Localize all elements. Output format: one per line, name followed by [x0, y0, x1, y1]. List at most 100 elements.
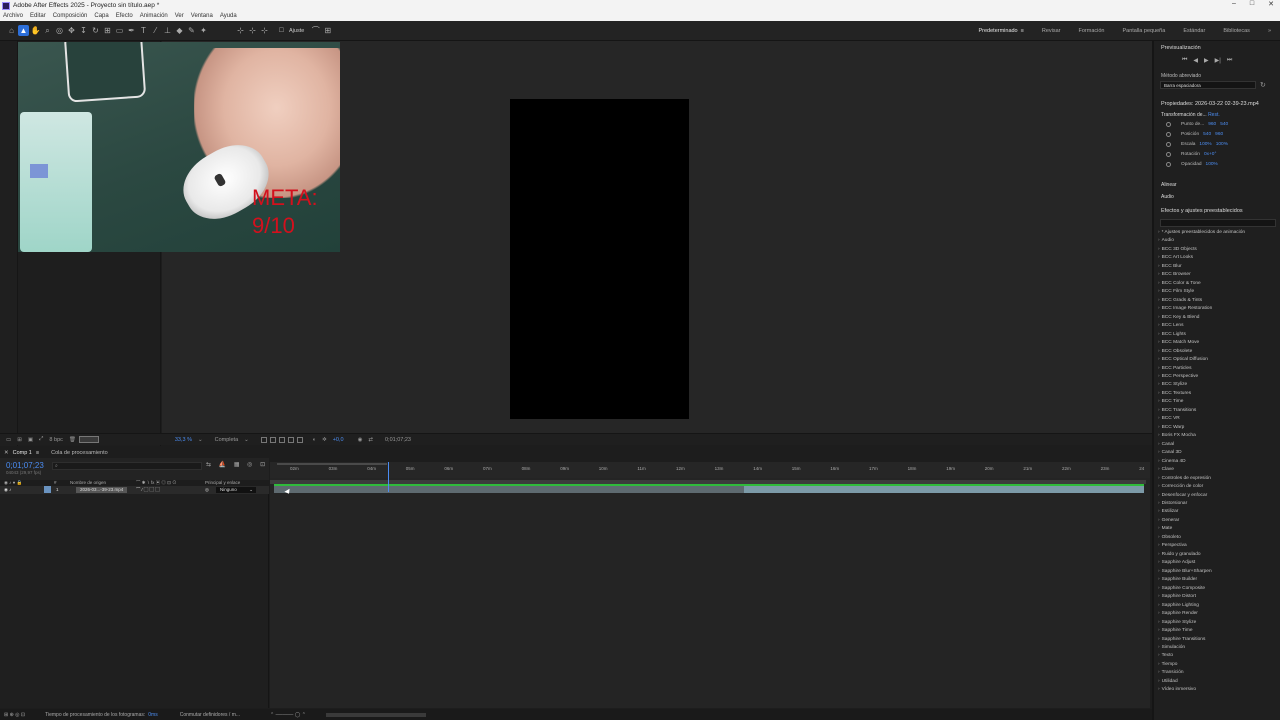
effects-category[interactable]: Sapphire Blur+Sharpen: [1158, 568, 1278, 576]
last-frame-icon[interactable]: ⏭: [1227, 57, 1232, 64]
effects-category[interactable]: Distorsionar: [1158, 500, 1278, 508]
local-axis-icon[interactable]: ⊹: [235, 25, 246, 36]
parent-select[interactable]: Ninguno ⌄: [216, 487, 256, 493]
dolly-camera-icon[interactable]: ↧: [78, 25, 89, 36]
effects-category[interactable]: Sapphire Lighting: [1158, 602, 1278, 610]
menu-animacion[interactable]: Animación: [140, 13, 168, 19]
status-icons[interactable]: ⊞ ⊕ ◎ ⊡: [4, 712, 25, 718]
effects-category[interactable]: BCC Lens: [1158, 322, 1278, 330]
effects-category[interactable]: BCC Optical Diffusion: [1158, 356, 1278, 364]
effects-category[interactable]: Tiempo: [1158, 661, 1278, 669]
current-time[interactable]: 0;01;07;23: [6, 461, 44, 470]
tab-render-queue[interactable]: Cola de procesamiento: [47, 450, 116, 456]
resolution-select[interactable]: Completa: [215, 437, 239, 443]
next-frame-icon[interactable]: ▶|: [1215, 57, 1221, 64]
pan-camera-icon[interactable]: ✥: [66, 25, 77, 36]
effects-category[interactable]: Sapphire Stylize: [1158, 619, 1278, 627]
prop-rotation[interactable]: Rotación 0x+0°: [1166, 152, 1216, 157]
close-button[interactable]: ✕: [1268, 0, 1274, 8]
zoom-level[interactable]: 33,3 %: [175, 437, 192, 443]
composition-frame[interactable]: [510, 99, 689, 419]
workspace-bibliotecas[interactable]: Bibliotecas: [1214, 28, 1259, 34]
loop-icon[interactable]: ↻: [1260, 81, 1266, 89]
maximize-button[interactable]: □: [1250, 0, 1254, 8]
viewer-timecode[interactable]: 0;01;07;23: [385, 437, 411, 443]
time-ruler[interactable]: 02m 03m 04m 05m 06m 07m 08m 09m 10m 11m 12m 13m 14m 1…: [270, 462, 1150, 478]
effects-category[interactable]: Sapphire Composite: [1158, 585, 1278, 593]
zoom-tool-icon[interactable]: ⌕: [42, 25, 53, 36]
effects-category[interactable]: BCC Browser: [1158, 271, 1278, 279]
timeline-tracks[interactable]: [270, 462, 1150, 708]
prop-position[interactable]: Posición 540 960: [1166, 132, 1223, 137]
rotate-tool-icon[interactable]: ↻: [90, 25, 101, 36]
effects-category[interactable]: BCC Grads & Tints: [1158, 297, 1278, 305]
type-tool-icon[interactable]: T: [138, 25, 149, 36]
effects-category[interactable]: BCC Key & Blend: [1158, 314, 1278, 322]
selection-tool-icon[interactable]: ▲: [18, 25, 29, 36]
color-management-icon[interactable]: ◐: [313, 437, 316, 443]
workspace-pantalla-pequena[interactable]: Pantalla pequeña: [1113, 28, 1174, 34]
timeline-search-input[interactable]: ⌕: [52, 462, 202, 470]
effects-category[interactable]: BCC Obsolete: [1158, 348, 1278, 356]
snap-grid-icon[interactable]: ⊞: [322, 25, 333, 36]
prev-frame-icon[interactable]: ◀: [1193, 57, 1198, 64]
current-time-indicator[interactable]: [388, 462, 389, 492]
effects-category[interactable]: Generar: [1158, 517, 1278, 525]
effects-category[interactable]: Transición: [1158, 669, 1278, 677]
pickwhip-icon[interactable]: ◎: [205, 487, 209, 493]
effects-category[interactable]: BCC Stylize: [1158, 381, 1278, 389]
effects-category[interactable]: Sapphire Render: [1158, 610, 1278, 618]
layer-switches[interactable]: ⌒ ∕ ▢ ▢ ▢: [136, 487, 160, 493]
color-swatch[interactable]: [78, 436, 99, 443]
pan-behind-icon[interactable]: ⊞: [102, 25, 113, 36]
effects-category[interactable]: Vídeo inmersivo: [1158, 686, 1278, 694]
parent-link-header[interactable]: Principal y enlace: [205, 480, 240, 485]
menu-editar[interactable]: Editar: [30, 13, 46, 19]
snapshot-icon[interactable]: ◉: [358, 437, 363, 443]
mask-visibility-icon[interactable]: [278, 436, 285, 443]
shortcut-select[interactable]: Barra espaciadora: [1160, 81, 1256, 89]
effects-category[interactable]: BCC Warp: [1158, 424, 1278, 432]
effects-category[interactable]: Sapphire Transitions: [1158, 636, 1278, 644]
timeline-layers-area[interactable]: [0, 494, 269, 708]
effects-category[interactable]: Sapphire Adjust: [1158, 559, 1278, 567]
effects-category[interactable]: Sapphire Builder: [1158, 576, 1278, 584]
layer-audio-segment[interactable]: [744, 486, 1144, 493]
effects-category[interactable]: BCC Blur: [1158, 263, 1278, 271]
menu-archivo[interactable]: Archivo: [3, 13, 23, 19]
workspace-predeterminado[interactable]: Predeterminado ≡: [969, 28, 1032, 34]
effects-category[interactable]: Controles de expresión: [1158, 475, 1278, 483]
show-snapshot-icon[interactable]: ⇄: [368, 437, 373, 443]
layer-visibility-icon[interactable]: ◉ ♪: [4, 487, 11, 493]
effects-category[interactable]: BCC Particles: [1158, 365, 1278, 373]
time-navigator[interactable]: [277, 463, 387, 465]
minimize-button[interactable]: –: [1232, 0, 1236, 8]
effects-category[interactable]: BCC Film Style: [1158, 288, 1278, 296]
source-name-header[interactable]: Nombre de origen: [70, 480, 106, 485]
reset-exposure-icon[interactable]: ✲: [322, 437, 327, 443]
menu-composicion[interactable]: Composición: [53, 13, 88, 19]
snap-option-icon[interactable]: ⌒: [310, 25, 321, 36]
align-panel[interactable]: Alinear: [1161, 182, 1177, 188]
effects-category[interactable]: Mate: [1158, 525, 1278, 533]
clone-stamp-icon[interactable]: ⊥: [162, 25, 173, 36]
timeline-switch-icons[interactable]: ⇆ ⛵ ▦ ◎ ⊡: [206, 461, 268, 468]
eraser-tool-icon[interactable]: ◆: [174, 25, 185, 36]
bpc-label[interactable]: 8 bpc: [49, 437, 62, 443]
world-axis-icon[interactable]: ⊹: [247, 25, 258, 36]
workspace-estandar[interactable]: Estándar: [1174, 28, 1214, 34]
exposure-value[interactable]: +0,0: [333, 437, 344, 443]
effects-category[interactable]: Sapphire Distort: [1158, 593, 1278, 601]
effects-category[interactable]: Boris FX Mocha: [1158, 432, 1278, 440]
effects-category[interactable]: BCC Color & Tone: [1158, 280, 1278, 288]
effects-category[interactable]: BCC Transitions: [1158, 407, 1278, 415]
menu-capa[interactable]: Capa: [94, 13, 108, 19]
timeline-scrollbar[interactable]: [325, 712, 426, 717]
puppet-pin-icon[interactable]: ✦: [198, 25, 209, 36]
effects-category[interactable]: Simulación: [1158, 644, 1278, 652]
effects-category[interactable]: Estilizar: [1158, 508, 1278, 516]
effects-category[interactable]: Ruido y granulado: [1158, 551, 1278, 559]
effects-category[interactable]: BCC VR: [1158, 415, 1278, 423]
effects-category[interactable]: BCC Match Move: [1158, 339, 1278, 347]
layer-row[interactable]: ◉ ♪ 1 2026-03...-39-23.mp4 ⌒ ∕ ▢ ▢ ▢ ◎ N…: [0, 486, 269, 494]
